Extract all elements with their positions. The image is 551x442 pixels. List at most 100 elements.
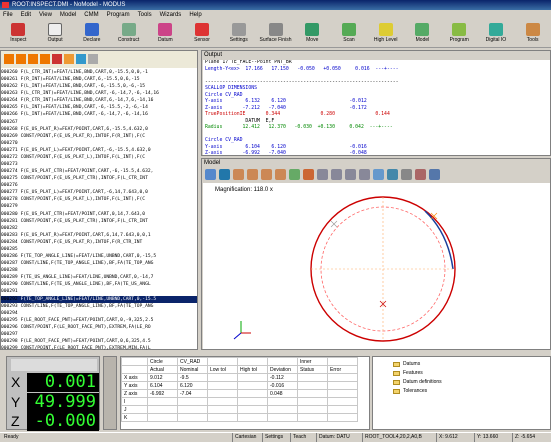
probe-selector[interactable] (11, 359, 97, 371)
tree-item-datums[interactable]: Datums (393, 361, 420, 367)
code-line[interactable]: 000284 CONST/POINT,F(E_US_PLAT_R),INTOF,F… (1, 239, 197, 246)
model-button[interactable]: Model (404, 20, 441, 48)
code-line[interactable]: 000291 (1, 288, 197, 295)
code-line[interactable]: 000286 F(TE_TOP_ANGLE_LINE)=FEAT/LINE,UNB… (1, 253, 197, 260)
grid-title-row[interactable]: Circle CV_RAD Inner (121, 357, 358, 366)
code-line[interactable]: 000263 F(L_CTR_INT)=FEAT/LINE,BND,CART,-6… (1, 90, 197, 97)
play-icon[interactable] (4, 54, 14, 64)
code-line[interactable]: 000280 F(E_US_PLAT_CTR)=FEAT/POINT,CART,0… (1, 211, 197, 218)
code-line[interactable]: 000299 CONST/POINT,F(LE_ROOT_FACE_PNT),EX… (1, 345, 197, 350)
menu-view[interactable]: View (39, 10, 52, 20)
datum-button[interactable]: Datum (147, 20, 184, 48)
code-line[interactable]: 000298 F(LE_ROOT_FACE_PNT)=FEAT/POINT,CAR… (1, 338, 197, 345)
declare-button[interactable]: Declare (73, 20, 110, 48)
code-line[interactable]: 000288 (1, 267, 197, 274)
grid-data-row[interactable]: Z axis -6.992 -7.04 0.048 (121, 389, 358, 398)
menu-cmm[interactable]: CMM (84, 10, 98, 20)
grid-data-row[interactable]: X axis 9.012 -9.5 -0.112 (121, 373, 358, 382)
options-icon[interactable] (88, 54, 98, 64)
code-line[interactable]: 000295 F(LE_ROOT_FACE_PNT)=FEAT/POINT,CAR… (1, 317, 197, 324)
code-line[interactable]: 000276 (1, 182, 197, 189)
zoom-window-icon[interactable] (261, 169, 272, 180)
step-icon[interactable] (16, 54, 26, 64)
program-button[interactable]: Program (441, 20, 478, 48)
tree-item-tolerances[interactable]: Tolerances (393, 388, 427, 394)
code-line[interactable]: 000266 F(L_INT)=FEAT/LINE,BND,CART,-6,-14… (1, 111, 197, 118)
grid-header-row[interactable]: Actual Nominal Low tol High tol Deviation Sta… (121, 365, 358, 374)
model-viewport[interactable]: Magnification: 118.0 x (203, 183, 550, 349)
code-line[interactable]: 000285 (1, 246, 197, 253)
scan-button[interactable]: Scan (331, 20, 368, 48)
view-3d-icon[interactable] (373, 169, 384, 180)
construct-button[interactable]: Construct (110, 20, 147, 48)
inspect-button[interactable]: Inspect (0, 20, 37, 48)
code-line[interactable]: 000265 F(L_INT)=FEAT/LINE,BND,CART,-6,-15… (1, 104, 197, 111)
axis-icon[interactable] (303, 169, 314, 180)
select-icon[interactable] (205, 169, 216, 180)
pan-icon[interactable] (289, 169, 300, 180)
output-button[interactable]: Output (37, 20, 74, 48)
code-line[interactable]: 000283 F(E_US_PLAT_R)=FEAT/POINT,CART,6,1… (1, 232, 197, 239)
find-icon[interactable] (76, 54, 86, 64)
grid-data-row[interactable]: J (121, 405, 358, 414)
grid-data-row[interactable]: Y axis 6.104 6.120 -0.016 (121, 381, 358, 390)
print-icon[interactable] (401, 169, 412, 180)
code-line[interactable]: 000289 F(TE_US_ANGLE_LINE)=FEAT/LINE,UNBN… (1, 274, 197, 281)
grid-data-row[interactable]: I (121, 397, 358, 406)
rotate-icon[interactable] (219, 169, 230, 180)
view-side-icon[interactable] (331, 169, 342, 180)
code-line[interactable]: 000264 F(R_CTR_INT)=FEAT/LINE,BND,CART,6,… (1, 97, 197, 104)
settings-button[interactable]: Settings (220, 20, 257, 48)
high-level-button[interactable]: High Level (367, 20, 404, 48)
menu-wizards[interactable]: Wizards (160, 10, 182, 20)
code-line[interactable]: 000267 (1, 119, 197, 126)
color-icon[interactable] (415, 169, 426, 180)
code-line[interactable]: 000268 F(E_US_PLAT_R)=FEAT/POINT,CART,6,-… (1, 126, 197, 133)
breakpoint-icon[interactable] (64, 54, 74, 64)
tree-item-datum-definitions[interactable]: Datum definitions (393, 379, 442, 385)
code-line[interactable]: 000294 (1, 310, 197, 317)
surface-finish-button[interactable]: Surface Finish (257, 20, 294, 48)
menu-model[interactable]: Model (60, 10, 76, 20)
view-top-icon[interactable] (345, 169, 356, 180)
zoom-out-icon[interactable] (247, 169, 258, 180)
code-line[interactable]: 000281 CONST/POINT,F(E_US_PLAT_CTR),INTOF… (1, 218, 197, 225)
tree-item-features[interactable]: Features (393, 370, 423, 376)
pause-icon[interactable] (40, 54, 50, 64)
stop-icon[interactable] (52, 54, 62, 64)
code-line[interactable]: 000275 CONST/POINT,F(E_US_PLAT_CTR),INTOF… (1, 175, 197, 182)
code-line[interactable]: 000279 (1, 203, 197, 210)
hidden-line-icon[interactable] (387, 169, 398, 180)
code-line[interactable]: 000282 (1, 225, 197, 232)
view-front-icon[interactable] (317, 169, 328, 180)
code-line[interactable]: 000273 (1, 161, 197, 168)
code-line[interactable]: 000297 (1, 331, 197, 338)
code-line[interactable]: 000271 F(E_US_PLAT_L)=FEAT/POINT,CART,-6,… (1, 147, 197, 154)
code-line[interactable]: 000293 CONST/LINE,F(TE_TOP_ANGLE_LINE),BF… (1, 303, 197, 310)
menu-tools[interactable]: Tools (138, 10, 152, 20)
code-line[interactable]: 000262 F(L_INT)=FEAT/LINE,BND,CART,-6,-15… (1, 83, 197, 90)
code-line[interactable]: 000269 CONST/POINT,F(E_US_PLAT_R),INTOF,F… (1, 133, 197, 140)
code-line[interactable]: 000290 CONST/LINE,F(TE_US_ANGLE_LINE),BF,… (1, 281, 197, 288)
code-line[interactable]: 000287 CONST/LINE,F(TE_TOP_ANGLE_LINE),BF… (1, 260, 197, 267)
save-view-icon[interactable] (429, 169, 440, 180)
zoom-in-icon[interactable] (233, 169, 244, 180)
code-line[interactable]: 000270 (1, 140, 197, 147)
feature-results-grid[interactable]: Circle CV_RAD Inner Actual Nominal Low tol Hig… (120, 356, 370, 430)
move-button[interactable]: Move (294, 20, 331, 48)
zoom-fit-icon[interactable] (275, 169, 286, 180)
menu-help[interactable]: Help (189, 10, 201, 20)
code-line[interactable]: 000277 F(E_US_PLAT_L)=FEAT/POINT,CART,-6,… (1, 189, 197, 196)
grid-data-row[interactable]: K (121, 413, 358, 422)
code-line[interactable]: 000296 CONST/POINT,F(LE_ROOT_FACE_PNT),EX… (1, 324, 197, 331)
code-line[interactable]: 000274 F(E_US_PLAT_CTR)=FEAT/POINT,CART,-… (1, 168, 197, 175)
code-line[interactable]: 000292 F(TE_TOP_ANGLE_LINE)=FEAT/LINE,UNB… (1, 295, 197, 303)
program-code-list[interactable]: 000260 F(L_CTR_INT)=FEAT/LINE,BND,CART,0,… (1, 69, 197, 350)
code-line[interactable]: 000261 F(R_INT)=FEAT/LINE,BND,CART,6,-15.… (1, 76, 197, 83)
menu-program[interactable]: Program (107, 10, 130, 20)
sensor-button[interactable]: Sensor (184, 20, 221, 48)
view-iso-icon[interactable] (359, 169, 370, 180)
menu-file[interactable]: File (3, 10, 13, 20)
code-line[interactable]: 000272 CONST/POINT,F(E_US_PLAT_L),INTOF,F… (1, 154, 197, 161)
tools-button[interactable]: Tools (514, 20, 551, 48)
